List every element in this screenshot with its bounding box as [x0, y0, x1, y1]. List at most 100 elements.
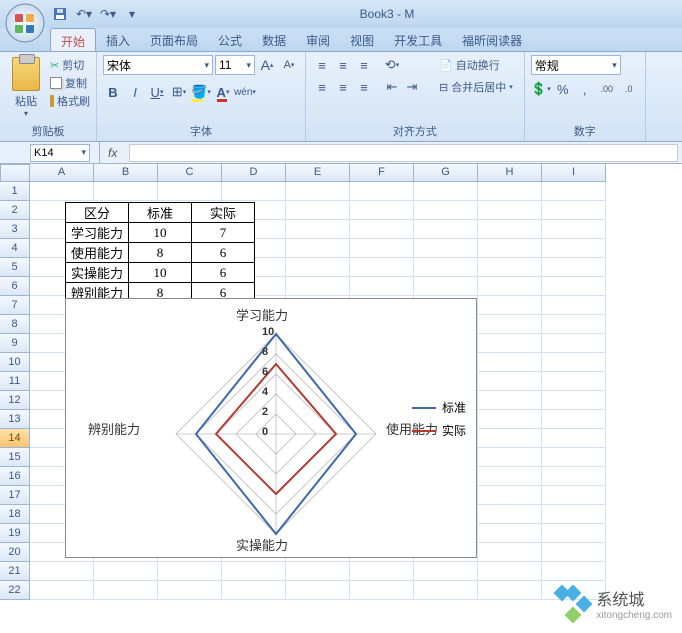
cell[interactable] [414, 277, 478, 296]
cell[interactable] [542, 296, 606, 315]
align-left-icon[interactable]: ≡ [312, 77, 332, 97]
cell[interactable] [350, 258, 414, 277]
tab-4[interactable]: 数据 [252, 28, 296, 51]
qat-dropdown-icon[interactable]: ▾ [122, 4, 142, 24]
row-header[interactable]: 6 [0, 277, 30, 296]
col-header[interactable]: C [158, 164, 222, 182]
wrap-text-button[interactable]: 📄自动换行 [434, 55, 518, 75]
col-header[interactable]: B [94, 164, 158, 182]
row-header[interactable]: 9 [0, 334, 30, 353]
row-header[interactable]: 15 [0, 448, 30, 467]
cell[interactable] [158, 182, 222, 201]
cell[interactable] [414, 258, 478, 277]
cell[interactable] [542, 448, 606, 467]
cell[interactable] [286, 258, 350, 277]
cell[interactable] [478, 467, 542, 486]
name-box[interactable]: K14▾ [30, 144, 90, 162]
cell[interactable] [478, 505, 542, 524]
align-center-icon[interactable]: ≡ [333, 77, 353, 97]
cell[interactable] [94, 581, 158, 600]
col-header[interactable]: E [286, 164, 350, 182]
select-all-corner[interactable] [0, 164, 30, 182]
decrease-indent-icon[interactable]: ⇤ [382, 77, 402, 97]
cell[interactable] [542, 429, 606, 448]
cell[interactable] [542, 258, 606, 277]
cell[interactable] [542, 410, 606, 429]
row-header[interactable]: 11 [0, 372, 30, 391]
copy-button[interactable]: 复制 [50, 75, 90, 91]
redo-icon[interactable]: ↷▾ [98, 4, 118, 24]
tab-3[interactable]: 公式 [208, 28, 252, 51]
cell[interactable] [414, 562, 478, 581]
cell[interactable] [542, 391, 606, 410]
cell[interactable] [542, 505, 606, 524]
cell[interactable] [30, 581, 94, 600]
row-header[interactable]: 21 [0, 562, 30, 581]
cell[interactable] [350, 581, 414, 600]
row-header[interactable]: 19 [0, 524, 30, 543]
row-header[interactable]: 13 [0, 410, 30, 429]
format-painter-button[interactable]: 格式刷 [50, 93, 90, 109]
increase-indent-icon[interactable]: ⇥ [402, 77, 422, 97]
cell[interactable] [414, 201, 478, 220]
formula-input[interactable] [129, 144, 678, 162]
cell[interactable] [158, 581, 222, 600]
cell[interactable] [542, 315, 606, 334]
cell[interactable] [478, 486, 542, 505]
tab-6[interactable]: 视图 [340, 28, 384, 51]
underline-button[interactable]: U▾ [147, 82, 167, 102]
cell[interactable] [94, 182, 158, 201]
cell[interactable] [478, 448, 542, 467]
orientation-button[interactable]: ⟲▾ [382, 55, 402, 75]
cell[interactable] [286, 182, 350, 201]
number-format-select[interactable]: 常规▾ [531, 55, 621, 75]
col-header[interactable]: G [414, 164, 478, 182]
cell[interactable] [478, 372, 542, 391]
cell[interactable] [478, 429, 542, 448]
tab-0[interactable]: 开始 [50, 28, 96, 51]
cell[interactable] [542, 562, 606, 581]
cell[interactable] [350, 277, 414, 296]
cell[interactable] [350, 239, 414, 258]
save-icon[interactable] [50, 4, 70, 24]
font-name-select[interactable]: 宋体▾ [103, 55, 213, 75]
row-header[interactable]: 16 [0, 467, 30, 486]
cell[interactable] [478, 581, 542, 600]
cell[interactable] [414, 220, 478, 239]
cell[interactable] [222, 581, 286, 600]
cell[interactable] [478, 353, 542, 372]
row-header[interactable]: 5 [0, 258, 30, 277]
cell[interactable] [478, 391, 542, 410]
cell[interactable] [478, 543, 542, 562]
cell[interactable] [286, 277, 350, 296]
increase-decimal-icon[interactable]: .00 [597, 79, 617, 99]
cell[interactable] [222, 562, 286, 581]
col-header[interactable]: H [478, 164, 542, 182]
col-header[interactable]: A [30, 164, 94, 182]
font-size-select[interactable]: 11▾ [215, 55, 255, 75]
grow-font-icon[interactable]: A▴ [257, 55, 277, 75]
border-button[interactable]: ⊞▾ [169, 82, 189, 102]
row-header[interactable]: 12 [0, 391, 30, 410]
spreadsheet-grid[interactable]: ABCDEFGHI 123456789101112131415161718192… [0, 164, 682, 624]
row-header[interactable]: 20 [0, 543, 30, 562]
cell[interactable] [478, 239, 542, 258]
tab-2[interactable]: 页面布局 [140, 28, 208, 51]
col-header[interactable]: D [222, 164, 286, 182]
cell[interactable] [478, 296, 542, 315]
cell[interactable] [286, 239, 350, 258]
phonetic-button[interactable]: wén▾ [235, 82, 255, 102]
cell[interactable] [286, 220, 350, 239]
radar-chart[interactable]: 学习能力 使用能力 实操能力 辨别能力 0246810 标准实际 [65, 298, 477, 558]
cell[interactable] [542, 220, 606, 239]
cell[interactable] [478, 258, 542, 277]
row-header[interactable]: 1 [0, 182, 30, 201]
row-header[interactable]: 14 [0, 429, 30, 448]
cell[interactable] [94, 562, 158, 581]
currency-button[interactable]: 💲▾ [531, 79, 551, 99]
cell[interactable] [542, 353, 606, 372]
undo-icon[interactable]: ↶▾ [74, 4, 94, 24]
tab-8[interactable]: 福昕阅读器 [452, 28, 532, 51]
cell[interactable] [414, 581, 478, 600]
font-color-button[interactable]: A▾ [213, 82, 233, 102]
